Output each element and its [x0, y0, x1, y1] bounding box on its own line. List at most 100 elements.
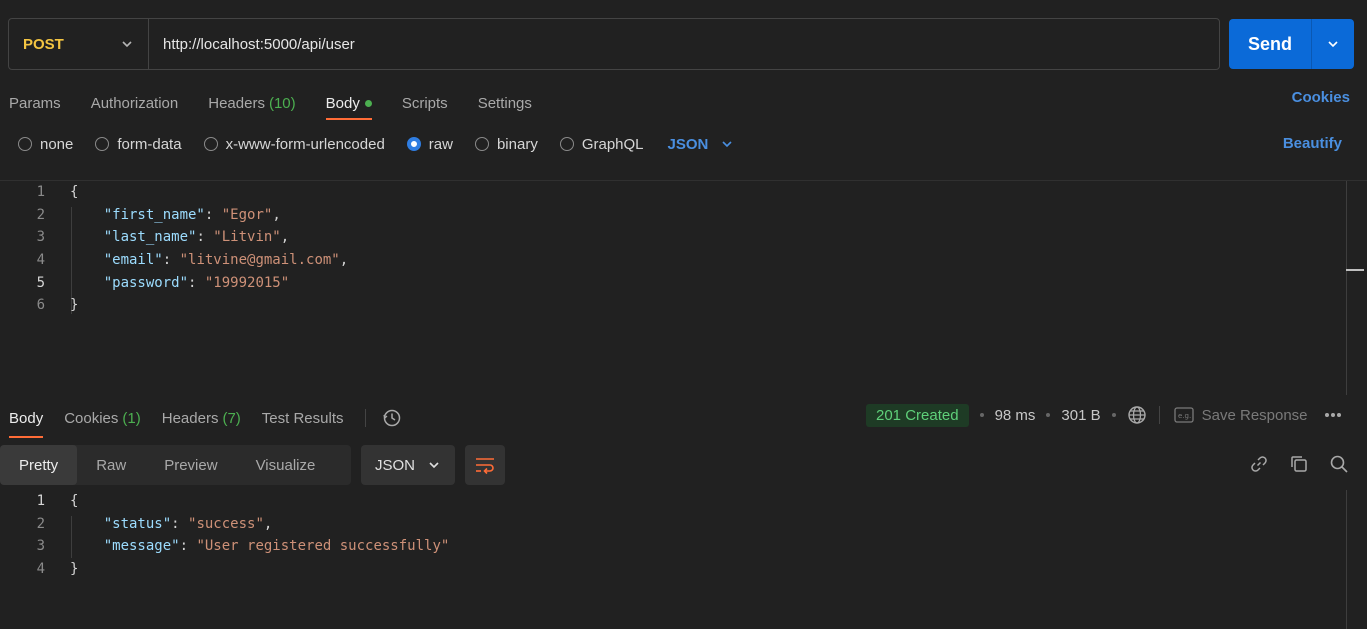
code-text: {: [70, 184, 79, 201]
headers-count: (10): [268, 94, 296, 112]
viewer-scrollbar[interactable]: [1346, 490, 1347, 629]
line-number: 1: [36, 184, 45, 201]
code-text: }: [70, 561, 79, 578]
code-text: }: [70, 297, 79, 314]
code-line: 4}: [0, 558, 1367, 581]
scroll-position-marker: [1346, 269, 1364, 271]
more-options-icon[interactable]: [1324, 412, 1342, 418]
line-number: 4: [36, 252, 45, 269]
link-icon[interactable]: [1249, 454, 1269, 474]
send-button-group: Send: [1229, 19, 1354, 69]
code-line: 3 "message": "User registered successful…: [0, 535, 1367, 558]
response-format-label: JSON: [375, 456, 416, 474]
response-time[interactable]: 98 ms: [995, 407, 1036, 424]
code-line: 5 "password": "19992015": [0, 271, 1367, 294]
tab-response-cookies[interactable]: Cookies (1): [64, 405, 141, 431]
radio-form-data[interactable]: form-data: [95, 135, 182, 153]
radio-label: form-data: [117, 135, 182, 153]
radio-raw[interactable]: raw: [406, 135, 453, 153]
response-meta: 201 Created 98 ms 301 B e.g. Save Respon…: [866, 403, 1342, 427]
headers-count: (7): [222, 409, 241, 427]
response-size[interactable]: 301 B: [1061, 407, 1100, 424]
tab-label: Settings: [477, 94, 532, 112]
view-preview[interactable]: Preview: [145, 445, 236, 485]
tab-label: Headers: [161, 409, 219, 427]
tab-label: Cookies: [64, 409, 119, 427]
body-format-select[interactable]: JSON: [668, 136, 735, 153]
separator-dot: [1046, 413, 1051, 417]
radio-label: binary: [496, 135, 538, 153]
url-input[interactable]: http://localhost:5000/api/user: [149, 36, 355, 53]
tab-response-body[interactable]: Body: [9, 405, 44, 438]
json-value: "Litvin": [213, 229, 281, 246]
json-value: "Egor": [221, 206, 273, 223]
line-number: 5: [36, 274, 45, 291]
radio-label: raw: [428, 135, 453, 153]
view-visualize[interactable]: Visualize: [237, 445, 335, 485]
tab-body[interactable]: Body: [325, 88, 373, 120]
method-select[interactable]: POST: [9, 19, 149, 69]
json-value: "19992015": [204, 274, 290, 291]
status-badge[interactable]: 201 Created: [866, 403, 969, 427]
save-response-button[interactable]: e.g. Save Response: [1173, 406, 1308, 424]
send-button[interactable]: Send: [1229, 19, 1312, 69]
copy-icon[interactable]: [1289, 454, 1309, 474]
request-body-editor[interactable]: 1{ 2 "first_name": "Egor", 3 "last_name"…: [0, 180, 1367, 395]
body-format-label: JSON: [667, 135, 709, 153]
json-key: "status": [103, 515, 172, 532]
radio-circle-icon: [95, 137, 110, 151]
radio-circle-icon: [18, 137, 32, 151]
response-body-viewer[interactable]: 1{ 2 "status": "success", 3 "message": "…: [0, 490, 1367, 629]
save-response-label: Save Response: [1201, 406, 1308, 424]
chevron-down-icon: [1328, 41, 1338, 48]
code-text: {: [70, 493, 79, 510]
code-line: 2 "status": "success",: [0, 513, 1367, 536]
tab-label: Params: [9, 94, 61, 112]
editor-scrollbar[interactable]: [1346, 181, 1347, 395]
tab-params[interactable]: Params: [9, 88, 61, 118]
tab-authorization[interactable]: Authorization: [91, 88, 179, 118]
divider: [1158, 406, 1160, 424]
search-icon[interactable]: [1329, 454, 1349, 474]
beautify-button[interactable]: Beautify: [1283, 135, 1342, 152]
history-icon[interactable]: [382, 408, 402, 428]
radio-label: GraphQL: [581, 135, 644, 153]
tab-label: Body: [325, 94, 360, 112]
divider: [364, 409, 366, 427]
tab-label: Headers: [208, 94, 265, 112]
line-number: 3: [36, 538, 45, 555]
radio-graphql[interactable]: GraphQL: [559, 135, 644, 153]
svg-text:e.g.: e.g.: [1178, 412, 1191, 420]
line-number: 3: [36, 229, 45, 246]
globe-icon[interactable]: [1127, 405, 1147, 425]
response-tabs: Body Cookies (1) Headers (7) Test Results: [9, 402, 402, 438]
view-pretty[interactable]: Pretty: [0, 445, 78, 485]
example-icon: e.g.: [1173, 407, 1194, 423]
radio-none[interactable]: none: [18, 136, 73, 153]
radio-urlencoded[interactable]: x-www-form-urlencoded: [203, 135, 385, 153]
wrap-lines-button[interactable]: [465, 445, 505, 485]
send-options-button[interactable]: [1312, 19, 1354, 69]
tab-response-headers[interactable]: Headers (7): [162, 405, 241, 431]
json-value: "success": [188, 515, 264, 532]
view-raw[interactable]: Raw: [77, 445, 145, 485]
tab-headers[interactable]: Headers (10): [208, 88, 295, 118]
tab-label: Body: [9, 409, 44, 427]
radio-label: x-www-form-urlencoded: [225, 135, 385, 153]
json-comma: ,: [280, 229, 290, 246]
json-comma: ,: [339, 252, 349, 269]
method-label: POST: [23, 35, 64, 53]
line-number: 2: [36, 206, 45, 223]
tab-scripts[interactable]: Scripts: [402, 88, 448, 118]
tab-test-results[interactable]: Test Results: [262, 405, 344, 431]
code-line: 1{: [0, 181, 1367, 204]
wrap-lines-icon: [476, 458, 494, 475]
tab-settings[interactable]: Settings: [478, 88, 532, 118]
code-line: 6}: [0, 294, 1367, 317]
radio-binary[interactable]: binary: [474, 135, 538, 153]
view-mode-switcher: Pretty Raw Preview Visualize: [0, 445, 351, 485]
cookies-link[interactable]: Cookies: [1292, 89, 1350, 106]
code-line: 4 "email": "litvine@gmail.com",: [0, 249, 1367, 272]
separator-dot: [1111, 413, 1116, 417]
response-format-select[interactable]: JSON: [361, 445, 455, 485]
